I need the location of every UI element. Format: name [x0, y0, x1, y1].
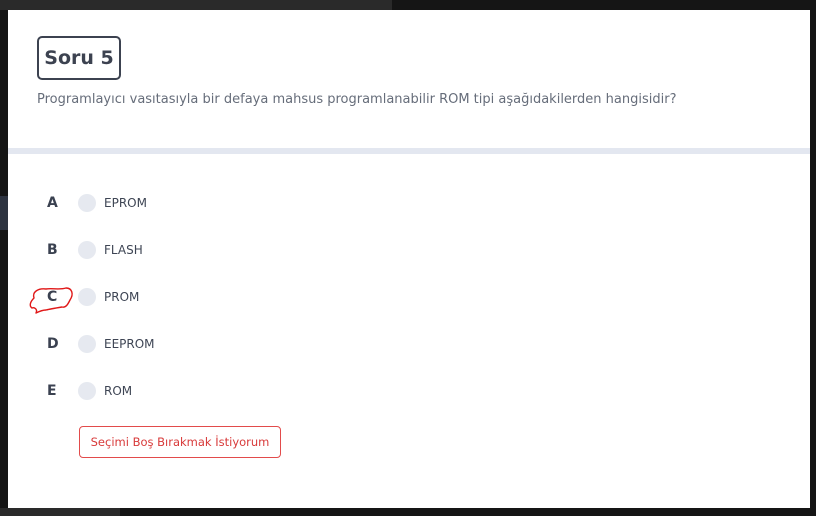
option-label: EPROM	[104, 196, 147, 210]
backdrop-strip	[0, 508, 120, 516]
option-letter: E	[47, 383, 57, 399]
option-label: ROM	[104, 384, 133, 398]
option-d[interactable]: D EEPROM	[38, 332, 155, 356]
option-b[interactable]: B FLASH	[38, 238, 143, 262]
radio-button[interactable]	[78, 241, 96, 259]
divider	[8, 148, 810, 154]
question-header: Soru 5 Programlayıcı vasıtasıyla bir def…	[8, 10, 810, 148]
question-modal: Soru 5 Programlayıcı vasıtasıyla bir def…	[8, 10, 810, 508]
backdrop-strip	[0, 196, 8, 230]
hand-drawn-circle-annotation	[29, 287, 73, 314]
skip-question-button[interactable]: Seçimi Boş Bırakmak İstiyorum	[79, 426, 281, 458]
question-title: Soru 5	[37, 36, 121, 80]
option-label: PROM	[104, 290, 140, 304]
radio-button[interactable]	[78, 382, 96, 400]
option-letter: D	[47, 336, 59, 352]
option-letter: A	[47, 195, 58, 211]
option-e[interactable]: E ROM	[38, 379, 132, 403]
radio-button[interactable]	[78, 288, 96, 306]
option-letter: B	[47, 242, 58, 258]
option-label: EEPROM	[104, 337, 155, 351]
backdrop-strip	[0, 0, 392, 10]
question-text: Programlayıcı vasıtasıyla bir defaya mah…	[37, 92, 677, 107]
option-label: FLASH	[104, 243, 143, 257]
radio-button[interactable]	[78, 335, 96, 353]
option-a[interactable]: A EPROM	[38, 191, 147, 215]
radio-button[interactable]	[78, 194, 96, 212]
